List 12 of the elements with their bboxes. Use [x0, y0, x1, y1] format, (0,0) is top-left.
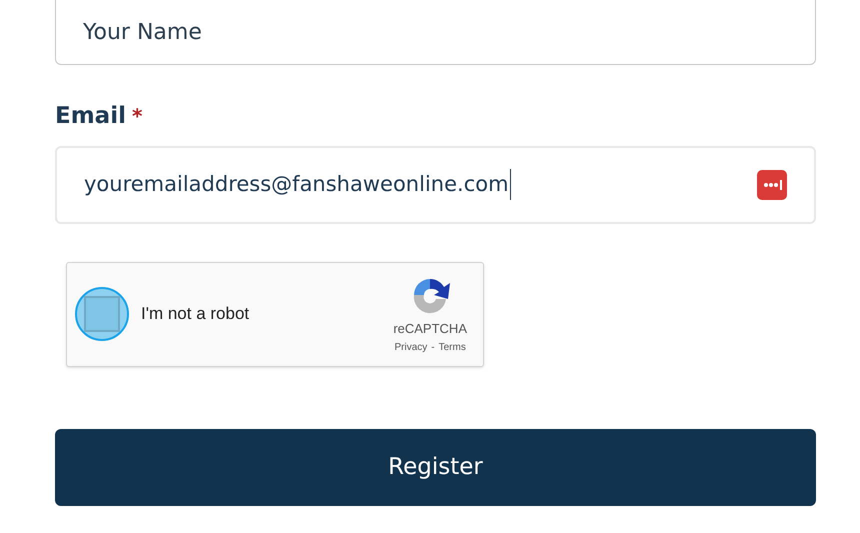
terms-link[interactable]: Terms — [438, 340, 466, 355]
captcha-label: I'm not a robot — [141, 303, 250, 326]
register-button[interactable]: Register — [55, 428, 816, 506]
name-field[interactable]: Your Name — [55, 0, 816, 65]
required-mark: * — [132, 103, 142, 130]
password-manager-icon[interactable] — [757, 170, 787, 200]
privacy-link[interactable]: Privacy — [394, 340, 428, 355]
captcha-checkbox[interactable] — [75, 287, 129, 341]
field-label: Email — [55, 102, 126, 131]
link-separator: - — [431, 340, 435, 355]
email-field[interactable]: youremailaddress@fanshaweonline.com — [55, 146, 816, 224]
captcha-brand: reCAPTCHA — [393, 320, 467, 338]
